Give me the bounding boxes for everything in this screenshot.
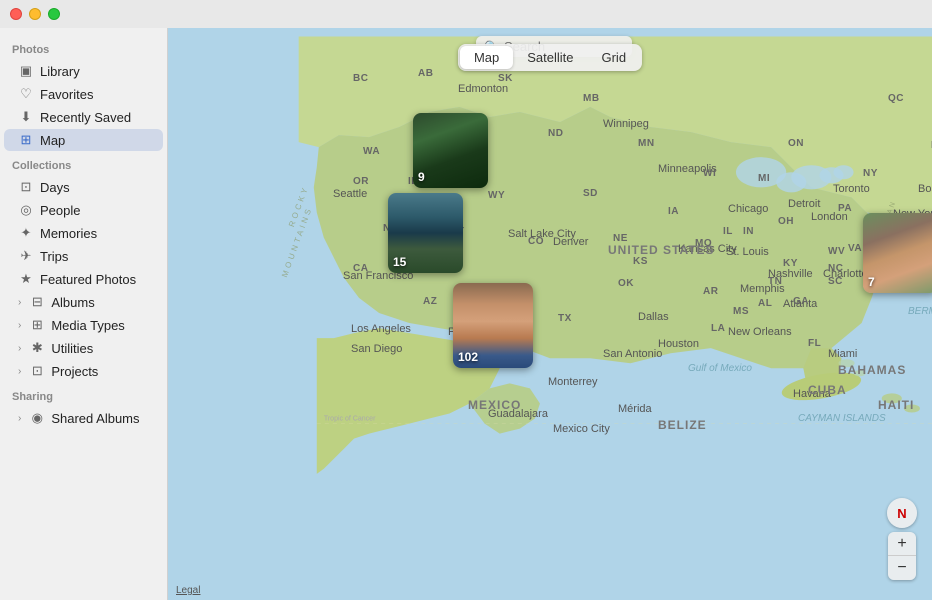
zoom-controls: + − bbox=[888, 532, 916, 580]
compass[interactable]: N bbox=[887, 498, 917, 528]
legal-link[interactable]: Legal bbox=[176, 585, 200, 596]
sidebar-item-library[interactable]: ▣ Library bbox=[4, 60, 163, 82]
minimize-button[interactable] bbox=[29, 8, 41, 20]
sidebar-item-people[interactable]: ◎ People bbox=[4, 199, 163, 221]
map-area[interactable]: MapSatelliteGrid 🔍 bbox=[168, 28, 932, 600]
recently-saved-icon: ⬇ bbox=[18, 109, 34, 125]
sidebar-item-label-projects: Projects bbox=[51, 364, 98, 379]
library-icon: ▣ bbox=[18, 63, 34, 79]
svg-text:Tropic of Cancer: Tropic of Cancer bbox=[324, 416, 376, 423]
sidebar-item-trips[interactable]: ✈ Trips bbox=[4, 245, 163, 267]
photo-pin-pin-forest[interactable]: 9 bbox=[413, 113, 488, 188]
utilities-icon: ✱ bbox=[29, 340, 45, 356]
featured-photos-icon: ★ bbox=[18, 271, 34, 287]
sidebar-item-label-map: Map bbox=[40, 133, 65, 148]
app-container: Photos ▣ Library ♡ Favorites ⬇ Recently Saved ⊞… bbox=[0, 28, 932, 600]
sidebar: Photos ▣ Library ♡ Favorites ⬇ Recently Saved ⊞… bbox=[0, 28, 168, 600]
sidebar-section-sharing: Sharing › ◉ Shared Albums bbox=[0, 383, 167, 429]
pin-count-pin-person: 7 bbox=[868, 275, 875, 289]
photo-pin-pin-person[interactable]: 7 bbox=[863, 213, 932, 293]
sidebar-section-photos: Photos ▣ Library ♡ Favorites ⬇ Recently Saved ⊞… bbox=[0, 36, 167, 151]
sidebar-item-label-featured-photos: Featured Photos bbox=[40, 272, 136, 287]
toolbar-grid-button[interactable]: Grid bbox=[587, 46, 640, 69]
sidebar-item-label-trips: Trips bbox=[40, 249, 68, 264]
media-types-icon: ⊞ bbox=[29, 317, 45, 333]
maximize-button[interactable] bbox=[48, 8, 60, 20]
toolbar-map-button[interactable]: Map bbox=[460, 46, 513, 69]
pin-count-pin-coastal: 15 bbox=[393, 255, 406, 269]
albums-icon: ⊟ bbox=[29, 294, 45, 310]
sidebar-item-favorites[interactable]: ♡ Favorites bbox=[4, 83, 163, 105]
sidebar-item-albums[interactable]: › ⊟ Albums bbox=[4, 291, 163, 313]
zoom-out-button[interactable]: − bbox=[888, 556, 916, 580]
map-svg: ROCKY MOUNTAINS APPALACHIAN Tropic of Ca… bbox=[168, 28, 932, 600]
sidebar-item-memories[interactable]: ✦ Memories bbox=[4, 222, 163, 244]
memories-icon: ✦ bbox=[18, 225, 34, 241]
sidebar-section-label-photos: Photos bbox=[0, 36, 167, 59]
expand-arrow-albums: › bbox=[18, 297, 21, 308]
sidebar-item-media-types[interactable]: › ⊞ Media Types bbox=[4, 314, 163, 336]
sidebar-item-label-media-types: Media Types bbox=[51, 318, 124, 333]
map-icon: ⊞ bbox=[18, 132, 34, 148]
expand-arrow-utilities: › bbox=[18, 343, 21, 354]
sidebar-item-label-memories: Memories bbox=[40, 226, 97, 241]
sidebar-item-recently-saved[interactable]: ⬇ Recently Saved bbox=[4, 106, 163, 128]
sidebar-section-collections: Collections ⊡ Days ◎ People ✦ Memories ✈ Trips ★ F… bbox=[0, 152, 167, 382]
sidebar-item-label-favorites: Favorites bbox=[40, 87, 93, 102]
sidebar-item-label-recently-saved: Recently Saved bbox=[40, 110, 131, 125]
toolbar-satellite-button[interactable]: Satellite bbox=[513, 46, 587, 69]
view-toggle: MapSatelliteGrid bbox=[458, 44, 642, 71]
sidebar-section-label-sharing: Sharing bbox=[0, 383, 167, 406]
sidebar-item-days[interactable]: ⊡ Days bbox=[4, 176, 163, 198]
sidebar-item-label-shared-albums: Shared Albums bbox=[51, 411, 139, 426]
projects-icon: ⊡ bbox=[29, 363, 45, 379]
sidebar-item-label-albums: Albums bbox=[51, 295, 94, 310]
sidebar-item-utilities[interactable]: › ✱ Utilities bbox=[4, 337, 163, 359]
sidebar-item-label-people: People bbox=[40, 203, 80, 218]
trips-icon: ✈ bbox=[18, 248, 34, 264]
pin-count-pin-girl: 102 bbox=[458, 350, 478, 364]
sidebar-section-label-collections: Collections bbox=[0, 152, 167, 175]
sidebar-item-label-utilities: Utilities bbox=[51, 341, 93, 356]
sidebar-item-map[interactable]: ⊞ Map bbox=[4, 129, 163, 151]
titlebar bbox=[0, 0, 932, 28]
map-controls: N + − bbox=[887, 498, 917, 580]
expand-arrow-media-types: › bbox=[18, 320, 21, 331]
photo-pin-pin-coastal[interactable]: 15 bbox=[388, 193, 463, 273]
pin-count-pin-forest: 9 bbox=[418, 170, 425, 184]
days-icon: ⊡ bbox=[18, 179, 34, 195]
photo-pin-pin-girl[interactable]: 102 bbox=[453, 283, 533, 368]
shared-albums-icon: ◉ bbox=[29, 410, 45, 426]
zoom-in-button[interactable]: + bbox=[888, 532, 916, 556]
sidebar-item-featured-photos[interactable]: ★ Featured Photos bbox=[4, 268, 163, 290]
sidebar-item-label-days: Days bbox=[40, 180, 70, 195]
sidebar-item-shared-albums[interactable]: › ◉ Shared Albums bbox=[4, 407, 163, 429]
sidebar-item-label-library: Library bbox=[40, 64, 80, 79]
favorites-icon: ♡ bbox=[18, 86, 34, 102]
expand-arrow-shared-albums: › bbox=[18, 413, 21, 424]
expand-arrow-projects: › bbox=[18, 366, 21, 377]
close-button[interactable] bbox=[10, 8, 22, 20]
people-icon: ◎ bbox=[18, 202, 34, 218]
map-background: ROCKY MOUNTAINS APPALACHIAN Tropic of Ca… bbox=[168, 28, 932, 600]
sidebar-item-projects[interactable]: › ⊡ Projects bbox=[4, 360, 163, 382]
